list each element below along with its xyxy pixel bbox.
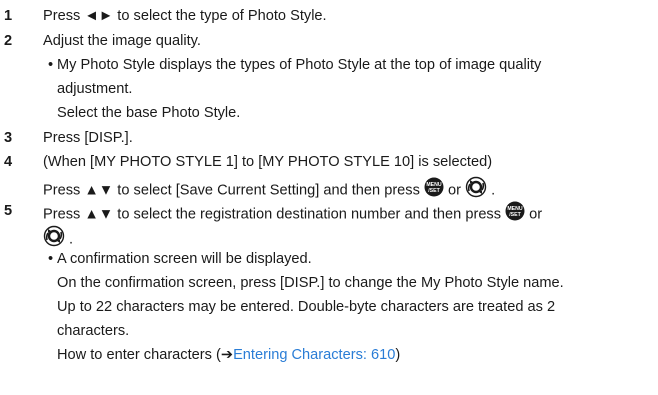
step-5-note-line-3: Up to 22 characters may be entered. Doub…	[57, 299, 556, 315]
step-number-4: 4	[4, 154, 13, 170]
svg-text:/SET: /SET	[509, 212, 521, 218]
step-5-note-line-5-pre: How to enter characters (	[57, 347, 221, 363]
control-dial-icon	[43, 225, 65, 252]
up-down-arrows-icon: ▲▼	[84, 206, 114, 223]
step-1-post: to select the type of Photo Style.	[113, 8, 327, 24]
step-4-line-2: Press ▲▼ to select [Save Current Setting…	[43, 176, 496, 204]
step-2-note-line-3: Select the base Photo Style.	[57, 105, 241, 121]
step-5-note-line-1: A confirmation screen will be displayed.	[57, 251, 312, 267]
menu-set-button-icon: MENU /SET	[424, 177, 444, 202]
step-2-note: • My Photo Style displays the types of Ph…	[48, 56, 541, 74]
reference-arrow-icon: ➔	[220, 347, 234, 363]
step-5-line-1: Press ▲▼ to select the registration dest…	[43, 201, 543, 227]
step-number-5: 5	[4, 203, 13, 219]
step-5-line-2: .	[43, 225, 74, 253]
step-5-note-line-5-post: )	[395, 347, 401, 363]
step-4-line-1: (When [MY PHOTO STYLE 1] to [MY PHOTO ST…	[43, 154, 493, 170]
step-number-2: 2	[4, 33, 13, 49]
step-number-3: 3	[4, 130, 13, 146]
step-5-mid: to select the registration destination n…	[113, 206, 506, 223]
step-number-1: 1	[4, 8, 13, 24]
step-5-or: or	[525, 206, 543, 223]
bullet-icon: •	[48, 251, 54, 267]
step-4-end: .	[487, 182, 496, 199]
step-1-text: Press ◄► to select the type of Photo Sty…	[43, 7, 327, 25]
step-5-pre: Press	[43, 206, 85, 223]
step-5-note-line-4: characters.	[57, 323, 130, 339]
menu-set-button-icon: MENU /SET	[505, 201, 525, 226]
step-1-pre: Press	[43, 8, 85, 24]
step-4-pre: Press	[43, 182, 85, 199]
step-3-text: Press [DISP.].	[43, 130, 133, 146]
step-4-or: or	[443, 182, 466, 199]
step-5-note-line-5: How to enter characters (➔Entering Chara…	[57, 346, 400, 364]
left-right-arrows-icon: ◄►	[84, 8, 114, 24]
step-5-note: • A confirmation screen will be displayed…	[48, 250, 312, 268]
step-2-text: Adjust the image quality.	[43, 33, 201, 49]
step-2-note-line-2: adjustment.	[57, 81, 133, 97]
step-5-note-line-2: On the confirmation screen, press [DISP.…	[57, 275, 564, 291]
svg-text:/SET: /SET	[428, 188, 440, 194]
step-4-mid: to select [Save Current Setting] and the…	[113, 182, 424, 199]
step-5-end: .	[65, 231, 74, 248]
step-2-note-line-1: My Photo Style displays the types of Pho…	[57, 57, 542, 73]
entering-characters-link[interactable]: Entering Characters: 610	[233, 347, 395, 363]
up-down-arrows-icon: ▲▼	[84, 182, 114, 199]
bullet-icon: •	[48, 57, 54, 73]
control-dial-icon	[465, 176, 487, 203]
